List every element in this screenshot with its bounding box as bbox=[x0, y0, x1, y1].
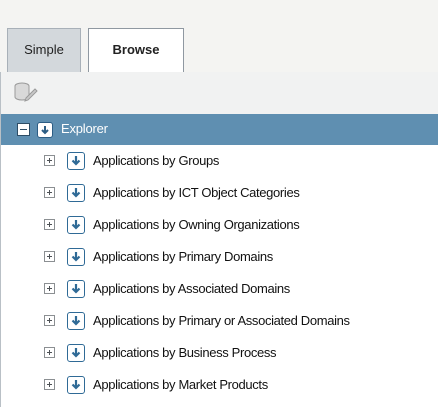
collapse-icon[interactable] bbox=[17, 123, 30, 136]
tree-item-label: Applications by ICT Object Categories bbox=[93, 185, 300, 200]
tree-item[interactable]: Applications by Primary Domains bbox=[1, 242, 438, 274]
browse-panel: Explorer Applications by Groups Applicati… bbox=[0, 72, 438, 407]
download-arrow-icon bbox=[67, 376, 85, 394]
download-arrow-icon bbox=[67, 184, 85, 202]
tab-bar: Simple Browse bbox=[0, 0, 438, 73]
download-arrow-icon bbox=[67, 344, 85, 362]
download-arrow-icon bbox=[67, 248, 85, 266]
tab-browse[interactable]: Browse bbox=[88, 28, 184, 73]
expand-icon[interactable] bbox=[44, 187, 55, 198]
expand-icon[interactable] bbox=[44, 219, 55, 230]
download-arrow-icon bbox=[37, 122, 53, 138]
tree-item[interactable]: Applications by Business Process bbox=[1, 338, 438, 370]
expand-icon[interactable] bbox=[44, 379, 55, 390]
expand-icon[interactable] bbox=[44, 347, 55, 358]
tree-item-label: Applications by Primary Domains bbox=[93, 249, 273, 264]
tree-item[interactable]: Applications by Market Products bbox=[1, 370, 438, 402]
download-arrow-icon bbox=[67, 312, 85, 330]
expand-icon[interactable] bbox=[44, 283, 55, 294]
toolbar bbox=[1, 72, 438, 115]
tree-item-label: Applications by Groups bbox=[93, 153, 219, 168]
download-arrow-icon bbox=[67, 280, 85, 298]
tab-simple[interactable]: Simple bbox=[7, 28, 81, 72]
tree-root-explorer[interactable]: Explorer bbox=[1, 114, 438, 145]
tree-item[interactable]: Applications by ICT Object Categories bbox=[1, 178, 438, 210]
tree-item[interactable]: Applications by Associated Domains bbox=[1, 274, 438, 306]
expand-icon[interactable] bbox=[44, 251, 55, 262]
tree-item-label: Applications by Owning Organizations bbox=[93, 217, 300, 232]
tree-item[interactable]: Applications by Groups bbox=[1, 146, 438, 178]
download-arrow-icon bbox=[67, 216, 85, 234]
tree-item-label: Applications by Associated Domains bbox=[93, 281, 290, 296]
tree-item[interactable]: Applications by Owning Organizations bbox=[1, 210, 438, 242]
expand-icon[interactable] bbox=[44, 155, 55, 166]
tree-item-label: Applications by Market Products bbox=[93, 377, 268, 392]
download-arrow-icon bbox=[67, 152, 85, 170]
tree-item-label: Applications by Primary or Associated Do… bbox=[93, 313, 350, 328]
database-edit-icon[interactable] bbox=[13, 81, 39, 103]
tree-root-label: Explorer bbox=[61, 121, 108, 136]
expand-icon[interactable] bbox=[44, 315, 55, 326]
tree-item-label: Applications by Business Process bbox=[93, 345, 277, 360]
tree-item[interactable]: Applications by Primary or Associated Do… bbox=[1, 306, 438, 338]
